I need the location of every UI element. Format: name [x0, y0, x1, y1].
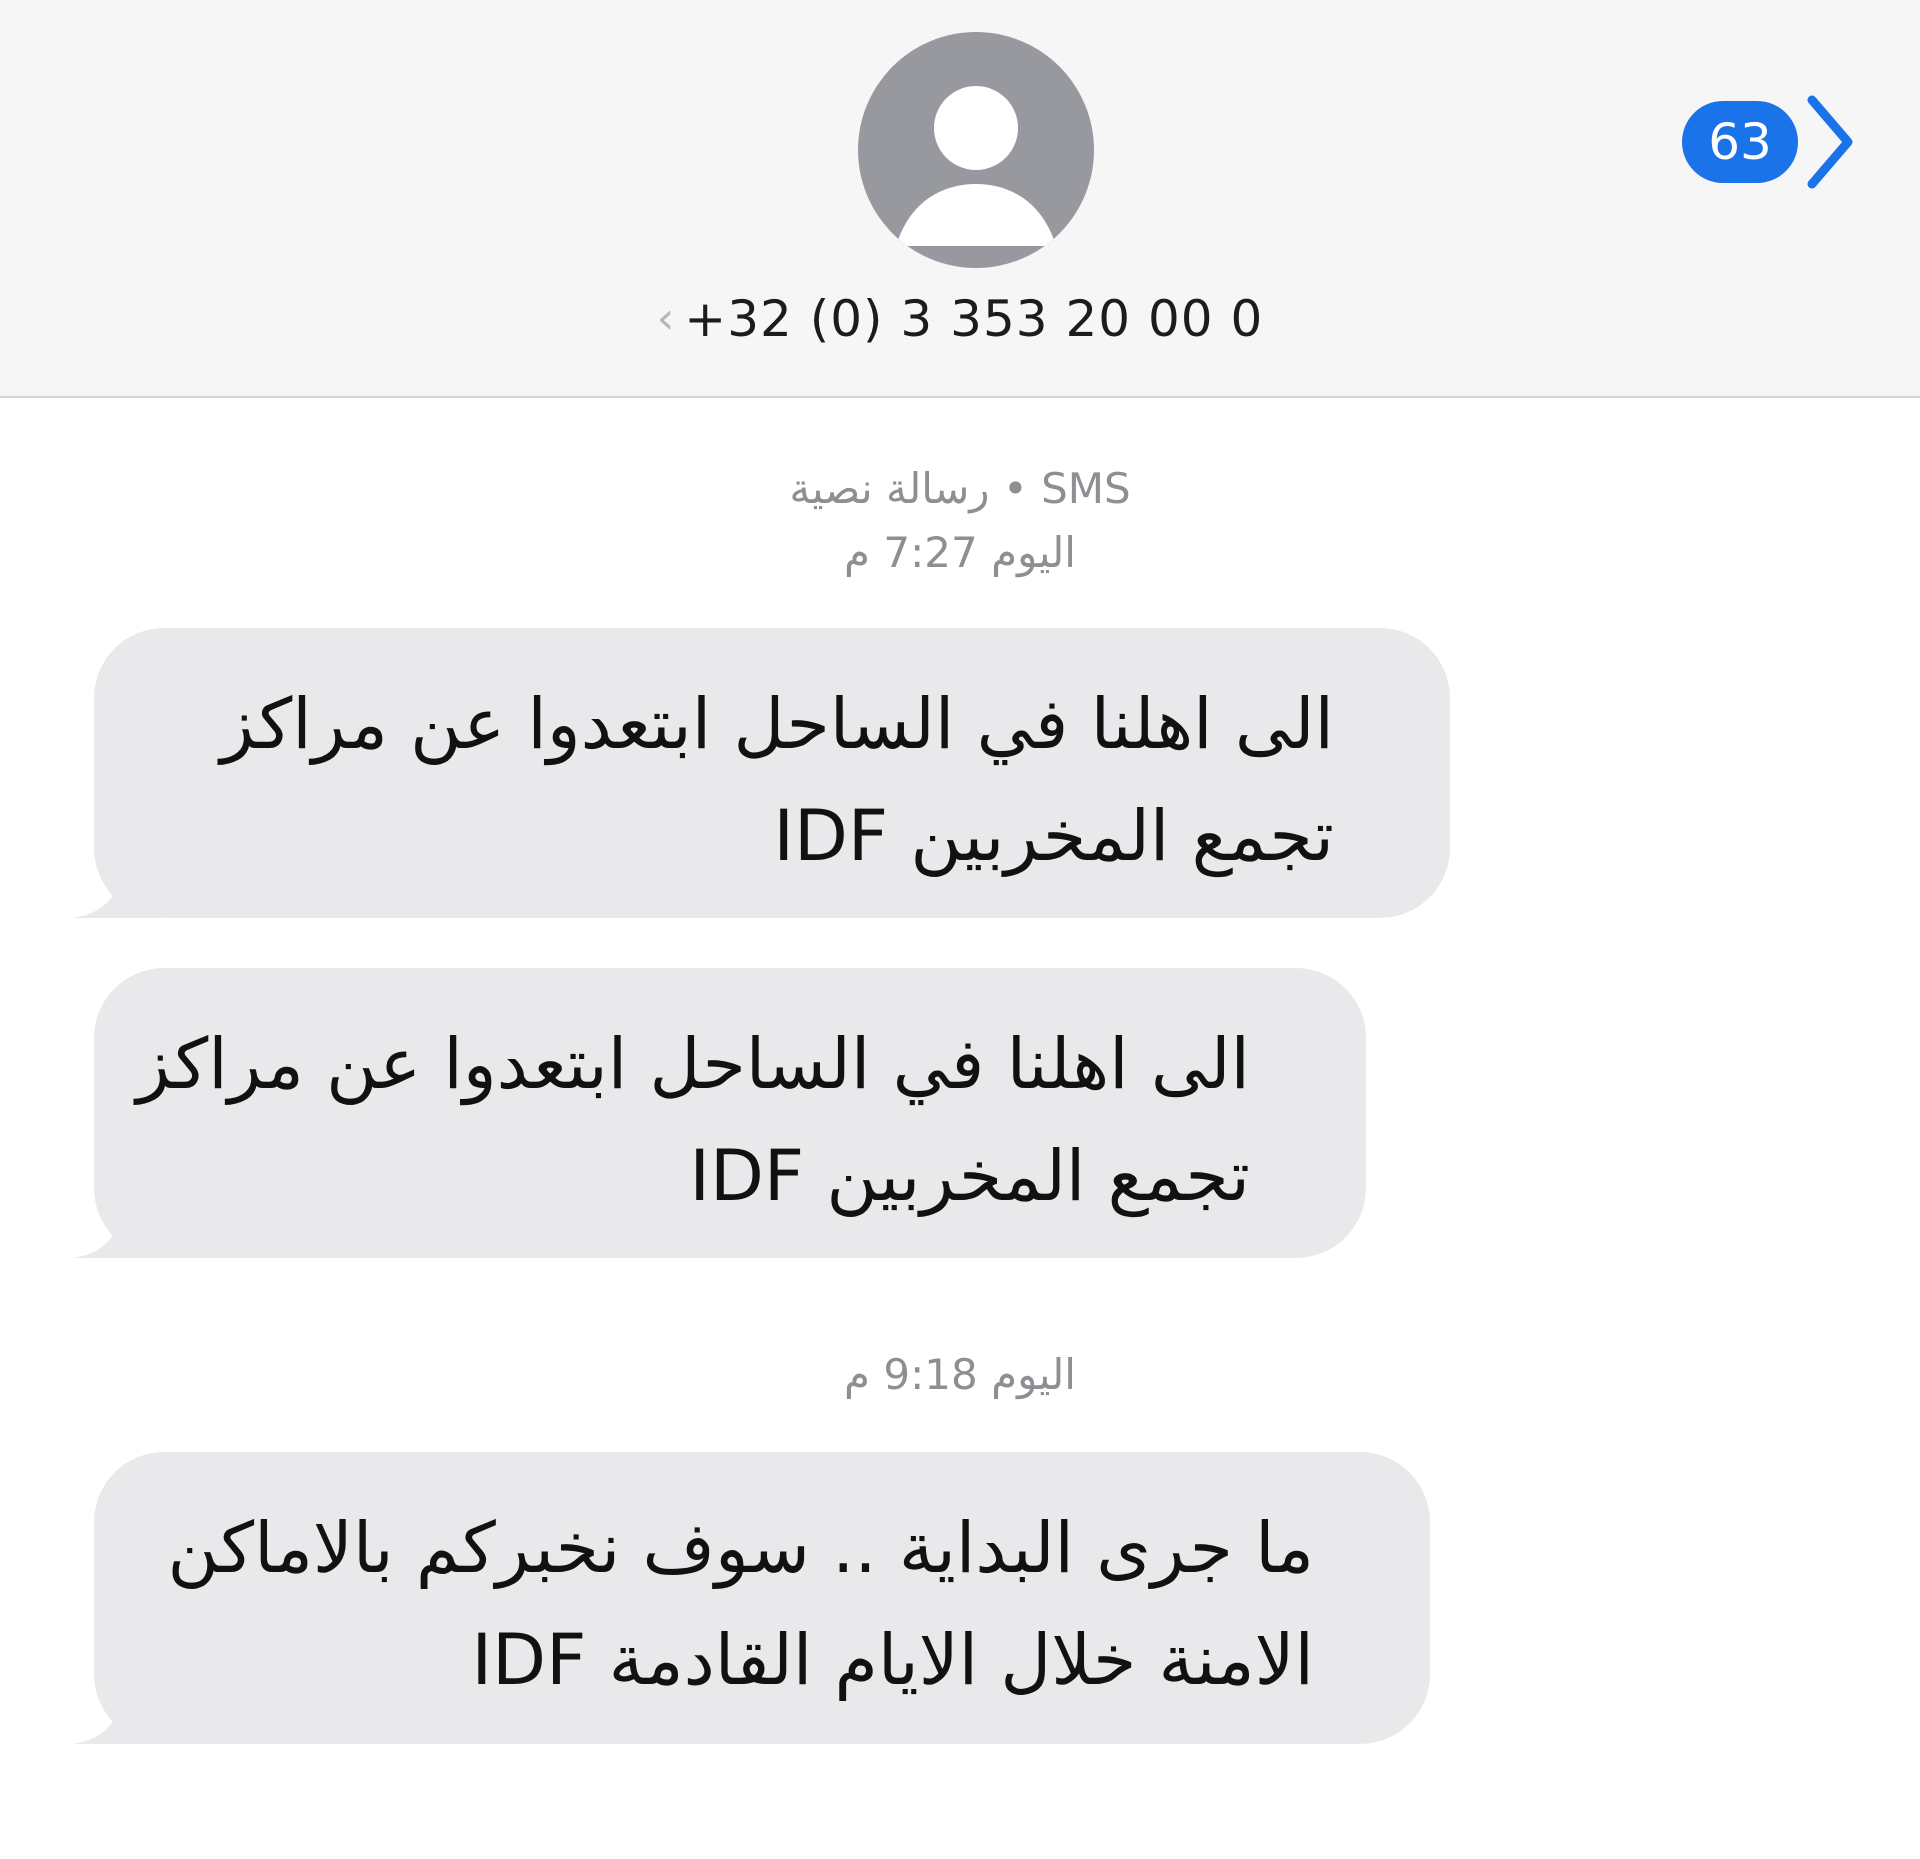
person-silhouette-icon [896, 86, 1056, 246]
conversation-header: ‹ +32 (0) 3 353 20 00 0 63 [0, 0, 1920, 398]
message-line: تجمع المخربين IDF [773, 795, 1334, 877]
bubble-tail [72, 1684, 162, 1744]
message-line: ما جرى البداية .. سوف نخبركم بالاماكن [167, 1507, 1315, 1589]
message-bubble-2[interactable]: الى اهلنا في الساحل ابتعدوا عن مراكز تجم… [72, 968, 1366, 1258]
message-line: الامنة خلال الايام القادمة IDF [471, 1619, 1314, 1701]
contact-avatar[interactable] [858, 32, 1094, 268]
message-line: تجمع المخربين IDF [689, 1135, 1250, 1217]
message-type-label: رسالة نصية • SMS [789, 464, 1131, 513]
contact-info-button[interactable]: ‹ +32 (0) 3 353 20 00 0 [0, 284, 1920, 354]
bubble-tail [72, 1198, 162, 1258]
contact-number: +32 (0) 3 353 20 00 0 [684, 290, 1264, 348]
contact-details-chevron-icon: ‹ [656, 293, 675, 344]
message-bubble-1[interactable]: الى اهلنا في الساحل ابتعدوا عن مراكز تجم… [72, 628, 1450, 918]
chevron-left-icon [1807, 95, 1853, 189]
timestamp-1: اليوم 7:27 م [844, 528, 1076, 577]
timestamp-2: اليوم 9:18 م [844, 1350, 1076, 1399]
message-line: الى اهلنا في الساحل ابتعدوا عن مراكز [136, 1023, 1250, 1105]
bubble-tail [72, 858, 162, 918]
back-button[interactable]: 63 [1682, 92, 1856, 192]
message-line: الى اهلنا في الساحل ابتعدوا عن مراكز [220, 683, 1334, 765]
unread-count-badge: 63 [1682, 101, 1798, 183]
message-bubble-3[interactable]: ما جرى البداية .. سوف نخبركم بالاماكن ال… [72, 1452, 1430, 1744]
